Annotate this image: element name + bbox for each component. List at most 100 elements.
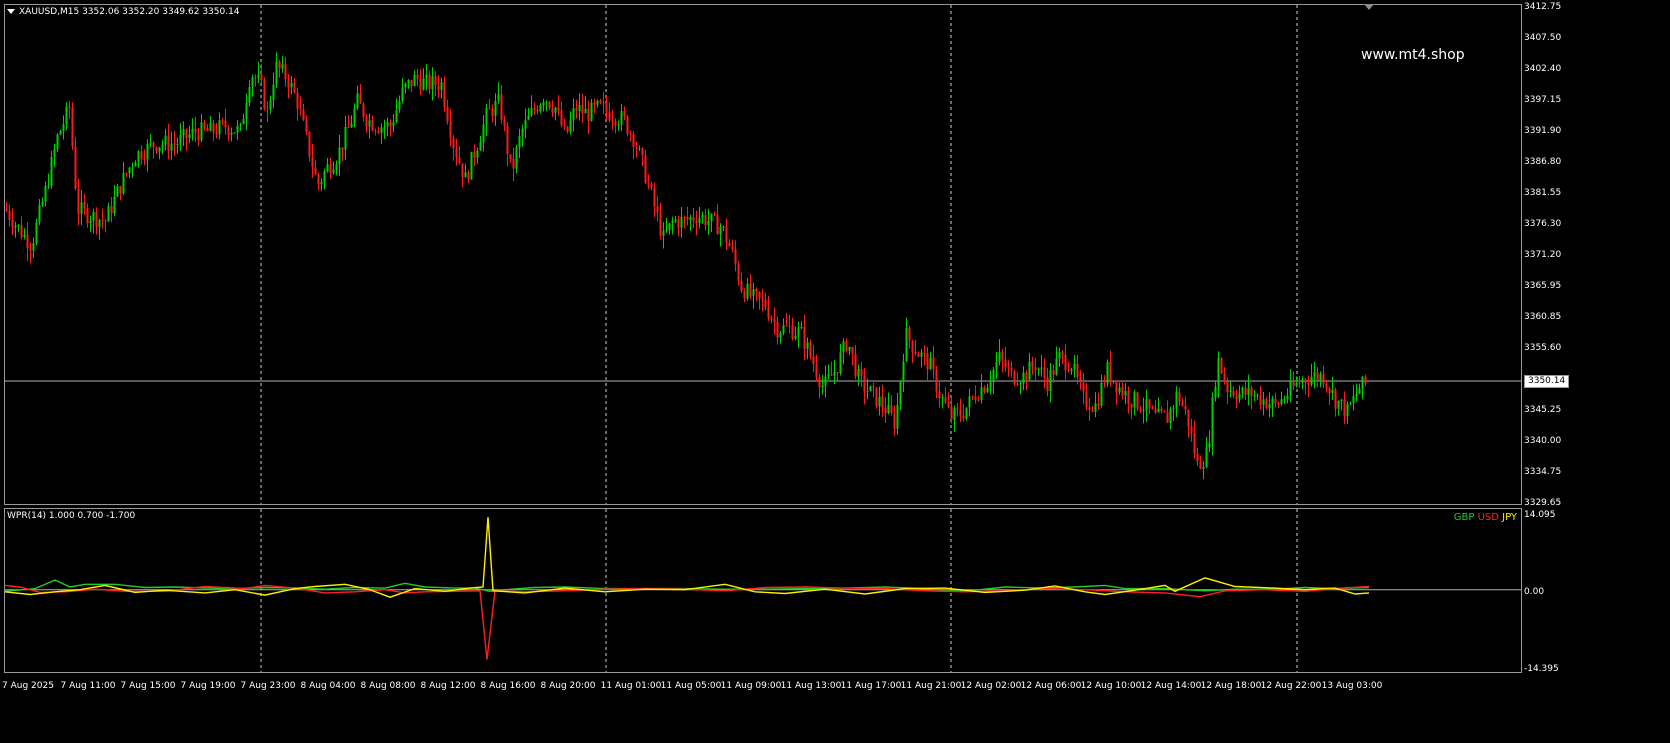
candle-body [509, 154, 512, 159]
price-axis-label: 3376.30 [1524, 219, 1562, 229]
candle-body [1361, 376, 1364, 389]
candle-body [872, 386, 875, 388]
candle-body [710, 213, 713, 222]
candle-body [1055, 358, 1058, 375]
candle-body [1004, 359, 1007, 368]
candle-body [1199, 461, 1202, 469]
candle-body [479, 142, 482, 151]
candle-body [1202, 466, 1205, 469]
candle-body [644, 155, 647, 183]
candle-body [635, 147, 638, 150]
candle-body [140, 151, 143, 160]
candle-body [899, 381, 902, 405]
candle-body [734, 249, 737, 265]
candle-body [968, 396, 971, 408]
candle-body [248, 86, 251, 103]
candle-body [20, 225, 23, 238]
candle-body [1334, 389, 1337, 409]
candle-body [1214, 386, 1217, 398]
candle-body [506, 125, 509, 155]
candle-body [905, 327, 908, 362]
candle-body [1190, 426, 1193, 434]
candle-body [239, 123, 242, 126]
chart-menu-arrow-icon[interactable] [7, 9, 15, 14]
candle-body [647, 182, 650, 184]
candle-body [323, 171, 326, 182]
candle-body [800, 326, 803, 329]
candle-body [11, 219, 14, 228]
candle-body [1175, 392, 1178, 408]
candle-body [155, 147, 158, 152]
candle-body [1172, 407, 1175, 409]
price-chart-pane[interactable]: XAUUSD,M15 3352.06 3352.20 3349.62 3350.… [4, 4, 1522, 505]
candle-body [425, 74, 428, 79]
candle-body [272, 84, 275, 101]
candle-body [1328, 388, 1331, 393]
candle-body [1022, 372, 1025, 384]
candle-body [380, 127, 383, 134]
candle-body [686, 217, 689, 220]
candle-body [1346, 403, 1349, 416]
candle-body [848, 346, 851, 351]
candle-body [824, 376, 827, 386]
candle-body [1013, 370, 1016, 384]
candle-body [1079, 377, 1082, 383]
candle-body [1103, 382, 1106, 384]
candle-body [902, 361, 905, 382]
candle-body [1046, 377, 1049, 392]
candle-body [491, 108, 494, 116]
candle-body [47, 185, 50, 187]
candle-body [212, 122, 215, 133]
chart-shift-marker-icon[interactable] [1364, 4, 1374, 10]
candle-body [287, 79, 290, 88]
time-axis-label: 8 Aug 16:00 [480, 681, 536, 691]
candle-body [467, 172, 470, 180]
candle-body [161, 144, 164, 148]
candle-body [179, 135, 182, 144]
candle-body [1211, 397, 1214, 444]
candle-body [419, 79, 422, 90]
candle-body [455, 148, 458, 158]
candle-body [782, 325, 785, 333]
candle-body [947, 402, 950, 407]
candle-body [1034, 367, 1037, 370]
candle-body [869, 386, 872, 392]
indicator-pane[interactable]: WPR(14) 1.000 0.700 -1.700 GBP USD JPY [4, 508, 1522, 673]
price-axis-label: 3334.75 [1524, 467, 1562, 477]
candle-body [449, 121, 452, 139]
candle-body [350, 123, 353, 128]
candle-body [596, 100, 599, 105]
candle-body [320, 181, 323, 185]
candle-body [38, 204, 41, 223]
candle-body [953, 408, 956, 420]
candle-body [938, 391, 941, 399]
candle-body [134, 162, 137, 167]
candle-body [1262, 399, 1265, 405]
candle-body [950, 406, 953, 420]
price-axis-label: 3391.90 [1524, 126, 1562, 136]
price-axis-label: 3386.80 [1524, 157, 1562, 167]
currency-legend: GBP USD JPY [1454, 512, 1517, 523]
candle-body [1037, 368, 1040, 370]
candle-body [407, 80, 410, 84]
candle-body [683, 216, 686, 218]
time-axis-label: 7 Aug 15:00 [120, 681, 176, 691]
candle-body [1289, 381, 1292, 396]
time-axis-label: 11 Aug 09:00 [720, 681, 782, 691]
candle-body [629, 134, 632, 136]
candle-body [26, 234, 29, 249]
candle-body [416, 74, 419, 80]
candle-body [119, 186, 122, 194]
candle-body [713, 213, 716, 215]
candle-body [470, 151, 473, 180]
time-axis-label: 7 Aug 2025 [2, 681, 54, 691]
candle-body [668, 223, 671, 231]
candle-body [80, 202, 83, 214]
price-axis-label: 3340.00 [1524, 436, 1562, 446]
candle-body [221, 120, 224, 122]
candle-body [1169, 408, 1172, 423]
candle-body [206, 128, 209, 132]
candle-body [1280, 399, 1283, 405]
candle-body [1184, 405, 1187, 410]
candle-body [1007, 367, 1010, 369]
